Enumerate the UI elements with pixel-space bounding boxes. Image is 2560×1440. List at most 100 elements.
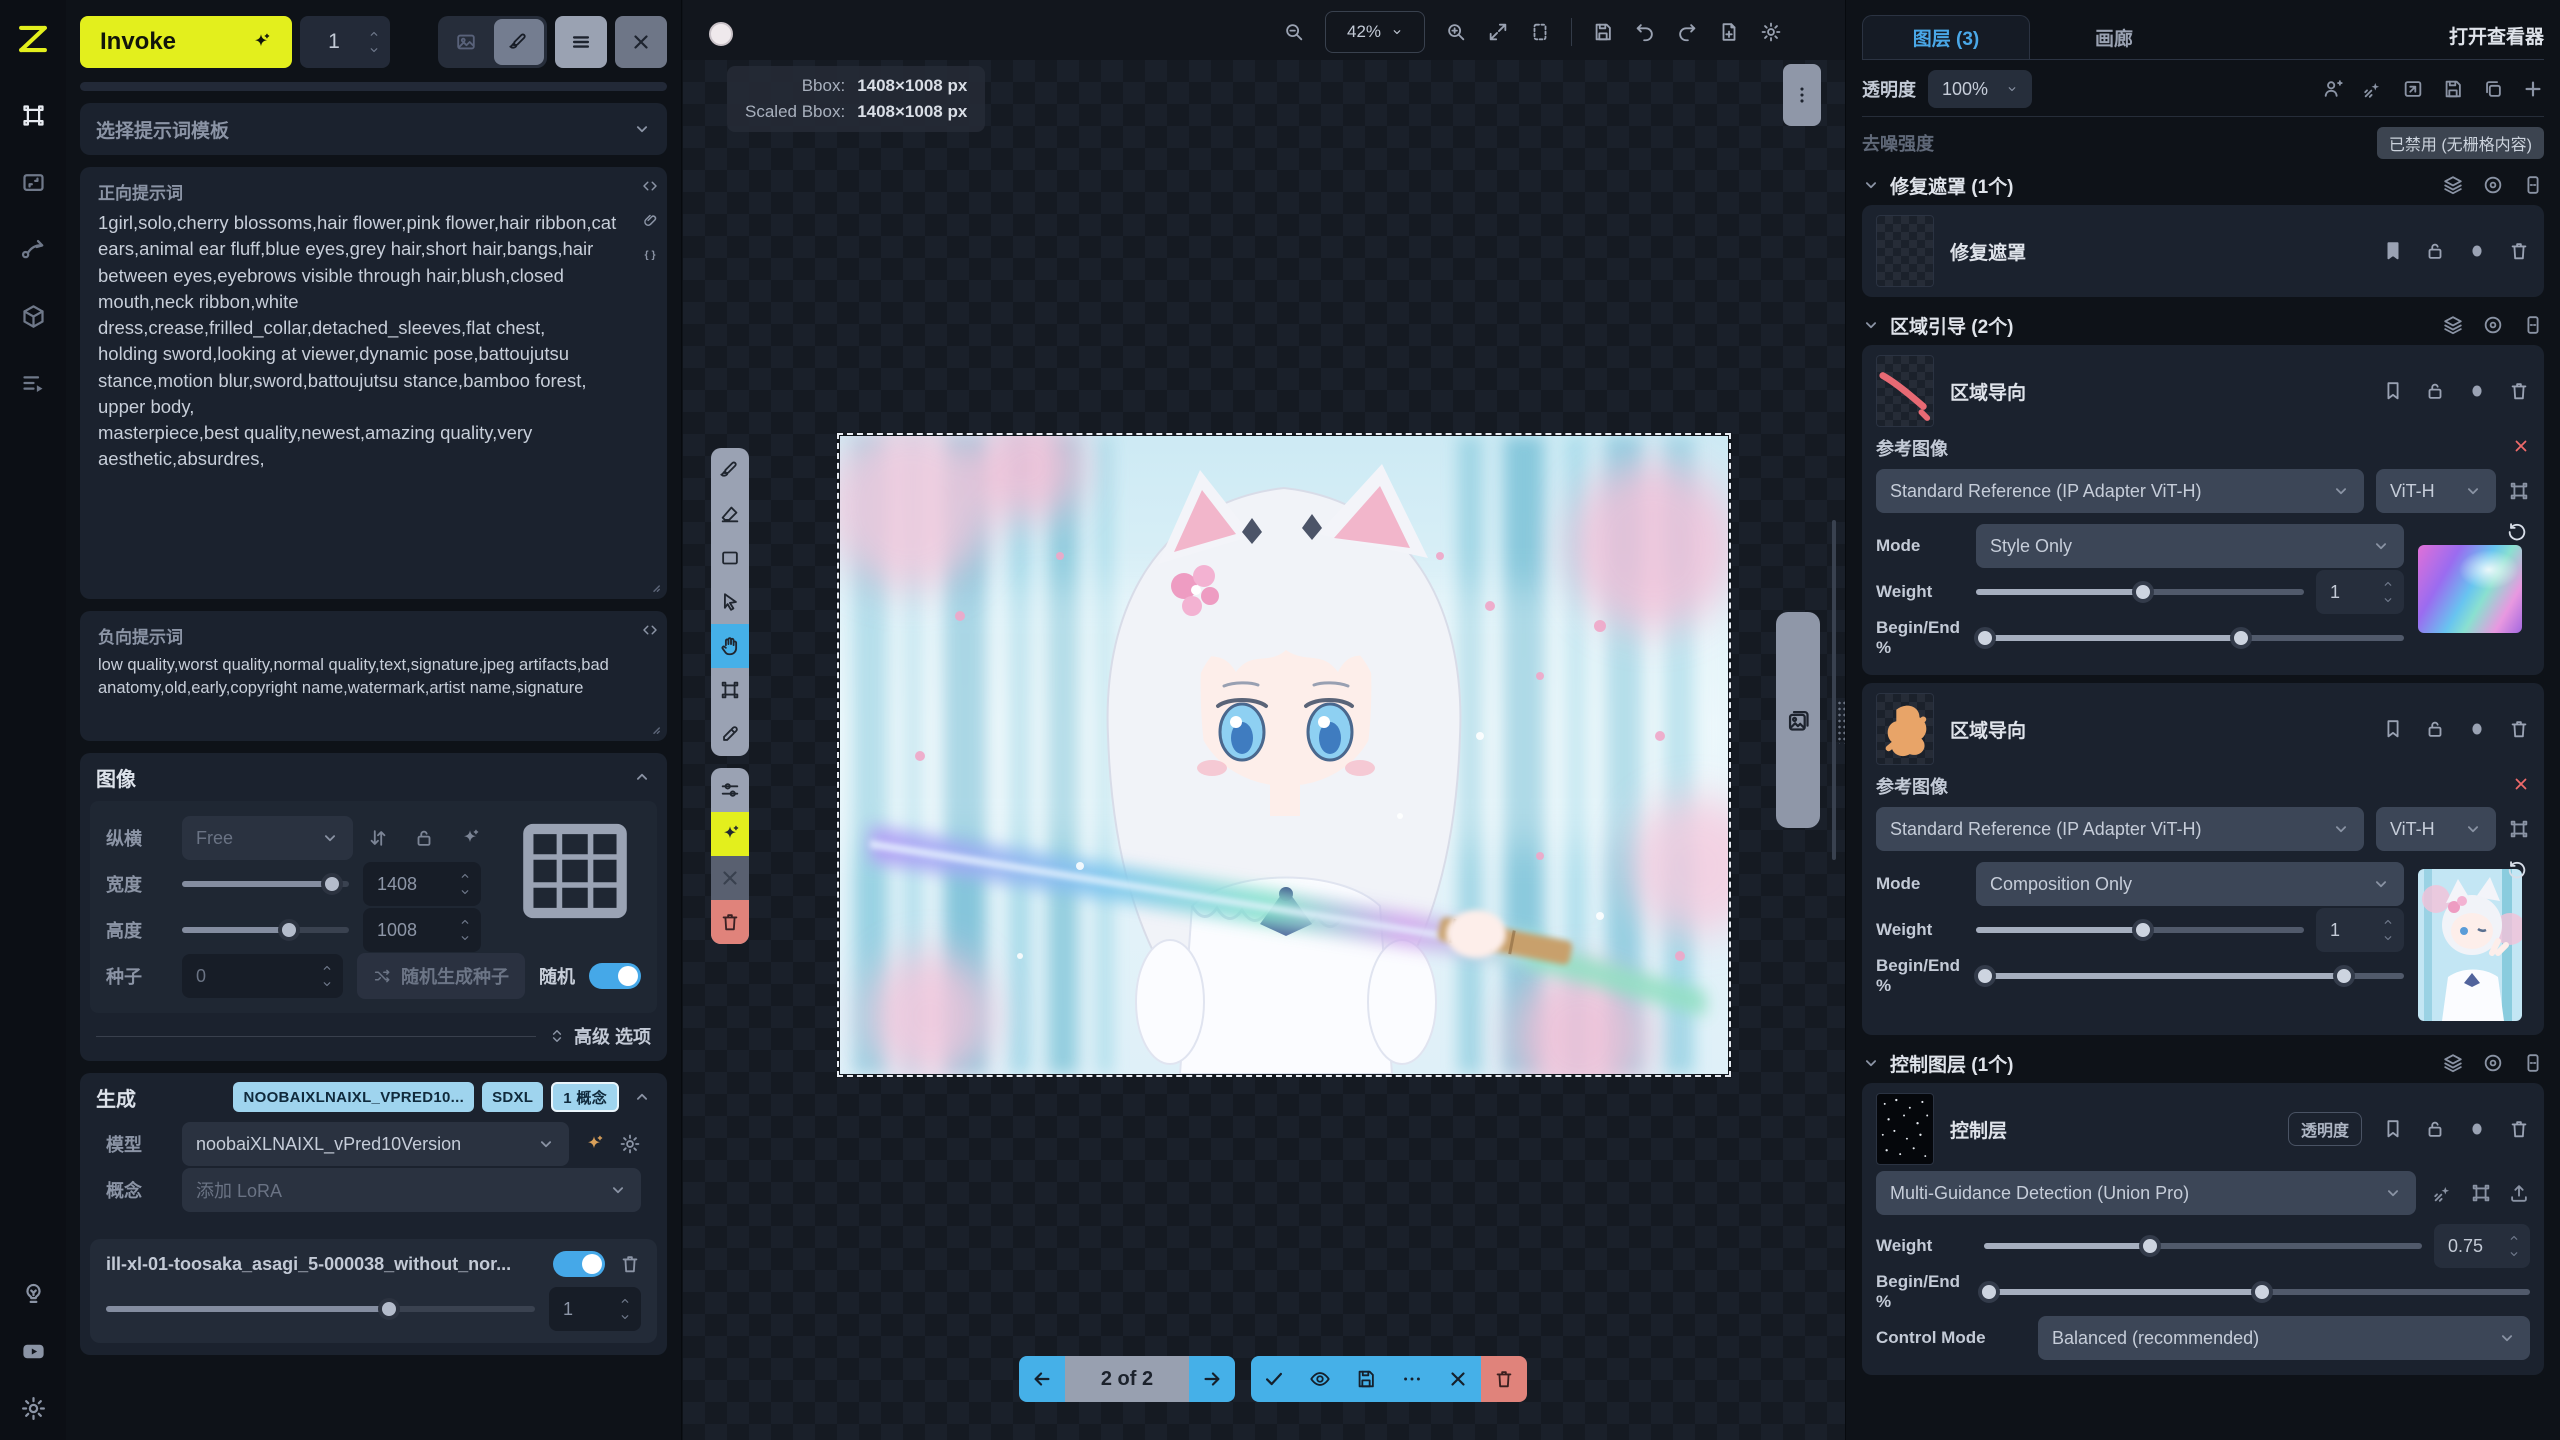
panel-drag-handle[interactable]	[1837, 700, 1845, 744]
crop-reference-icon[interactable]	[2508, 480, 2530, 502]
shooting-star-icon[interactable]	[2362, 78, 2384, 100]
tab-gallery[interactable]: 画廊	[2030, 15, 2198, 59]
layers-icon[interactable]	[2442, 174, 2464, 196]
add-person-layer-icon[interactable]	[2322, 78, 2344, 100]
step-up-icon[interactable]	[459, 870, 471, 882]
begin-end-slider[interactable]	[1984, 1280, 2530, 1304]
trash-icon[interactable]	[619, 1253, 641, 1275]
cancel-button[interactable]	[711, 856, 749, 900]
height-slider[interactable]	[182, 918, 349, 942]
control-mode-select[interactable]: Balanced (recommended)	[2038, 1316, 2530, 1360]
lock-icon[interactable]	[2424, 718, 2446, 740]
step-down-icon[interactable]	[459, 932, 471, 944]
begin-end-slider[interactable]	[1976, 626, 2404, 650]
cancel-staging-button[interactable]	[1435, 1356, 1481, 1402]
visibility-icon[interactable]	[2482, 174, 2504, 196]
remove-reference-icon[interactable]	[2512, 437, 2530, 460]
bookmark-icon[interactable]	[2382, 1118, 2404, 1140]
merge-panel-icon[interactable]	[2522, 314, 2544, 336]
scrollbar[interactable]	[1832, 520, 1836, 860]
brush-mode-button[interactable]	[494, 19, 544, 65]
bookmark-icon[interactable]	[2382, 380, 2404, 402]
code-icon[interactable]	[641, 621, 659, 639]
invoke-button[interactable]: Invoke	[80, 16, 292, 68]
image-mode-button[interactable]	[441, 19, 491, 65]
discard-result-button[interactable]	[1481, 1356, 1527, 1402]
redo-icon[interactable]	[1676, 21, 1698, 43]
inpaint-mask-layer[interactable]: 修复遮罩	[1862, 205, 2544, 297]
reference-method-select[interactable]: Standard Reference (IP Adapter ViT-H)	[1876, 469, 2364, 513]
open-viewer-button[interactable]: 打开查看器	[2449, 22, 2544, 59]
lora-weight-input[interactable]: 1	[549, 1287, 641, 1331]
merge-panel-icon[interactable]	[2522, 1052, 2544, 1074]
regional-guidance-layer-2[interactable]: 区域导向 参考图像 Standard Reference (IP Adapter…	[1862, 683, 2544, 1035]
save-icon[interactable]	[1592, 21, 1614, 43]
bookmark-icon[interactable]	[2382, 718, 2404, 740]
gallery-flyout-handle[interactable]	[1776, 612, 1820, 828]
lock-aspect-icon[interactable]	[413, 827, 435, 849]
nav-canvas-icon[interactable]	[20, 102, 47, 129]
link-icon[interactable]	[641, 211, 659, 229]
inpaint-mask-group-header[interactable]: 修复遮罩 (1个)	[1862, 165, 2544, 205]
nav-workflows-icon[interactable]	[20, 236, 47, 263]
step-down-icon[interactable]	[619, 1311, 631, 1323]
random-seed-toggle[interactable]	[589, 963, 641, 989]
layers-icon[interactable]	[2442, 314, 2464, 336]
height-input[interactable]: 1008	[363, 908, 481, 952]
next-result-button[interactable]	[1189, 1356, 1235, 1402]
zoom-level-select[interactable]: 42%	[1325, 11, 1425, 53]
mask-fill-icon[interactable]	[2466, 1118, 2488, 1140]
resize-handle-icon[interactable]	[645, 577, 663, 595]
discard-button[interactable]	[711, 900, 749, 944]
aspect-select[interactable]: Free	[182, 816, 353, 860]
tips-lightbulb-icon[interactable]	[20, 1281, 47, 1308]
layers-icon[interactable]	[2442, 1052, 2464, 1074]
randomize-seed-button[interactable]: 随机生成种子	[357, 953, 525, 999]
menu-button[interactable]	[555, 16, 607, 68]
negative-prompt-input[interactable]: low quality,worst quality,normal quality…	[98, 654, 623, 701]
collapse-icon[interactable]	[633, 768, 651, 786]
eraser-tool[interactable]	[711, 492, 749, 536]
visibility-icon[interactable]	[2482, 1052, 2504, 1074]
visibility-icon[interactable]	[2482, 314, 2504, 336]
mode-select[interactable]: Style Only	[1976, 524, 2404, 568]
new-canvas-icon[interactable]	[1718, 21, 1740, 43]
nav-queue-icon[interactable]	[20, 370, 47, 397]
weight-input[interactable]: 1	[2316, 570, 2404, 614]
mask-fill-icon[interactable]	[2466, 380, 2488, 402]
transform-tool[interactable]	[711, 668, 749, 712]
nav-models-icon[interactable]	[20, 303, 47, 330]
zoom-in-icon[interactable]	[1445, 21, 1467, 43]
step-up-icon[interactable]	[619, 1295, 631, 1307]
model-sparkles-icon[interactable]	[583, 1133, 605, 1155]
weight-input[interactable]: 1	[2316, 908, 2404, 952]
seed-input[interactable]: 0	[182, 954, 343, 998]
trash-icon[interactable]	[2508, 1118, 2530, 1140]
remove-reference-icon[interactable]	[2512, 775, 2530, 798]
positive-prompt-input[interactable]: 1girl,solo,cherry blossoms,hair flower,p…	[98, 210, 623, 473]
invoke-quick-button[interactable]	[711, 812, 749, 856]
clip-model-select[interactable]: ViT-H	[2376, 807, 2496, 851]
generated-image[interactable]	[840, 436, 1728, 1074]
width-input[interactable]: 1408	[363, 862, 481, 906]
iterations-up-icon[interactable]	[368, 28, 380, 40]
canvas-area[interactable]: 42% Bbox: 1408×1008 px Scaled Bbox: 1408…	[683, 0, 1845, 1440]
reference-image-thumbnail[interactable]	[2418, 869, 2522, 1021]
add-layer-icon[interactable]	[2522, 78, 2544, 100]
begin-end-slider[interactable]	[1976, 964, 2404, 988]
more-options-button[interactable]	[1389, 1356, 1435, 1402]
resize-handle-icon[interactable]	[645, 719, 663, 737]
tab-layers[interactable]: 图层 (3)	[1862, 15, 2030, 59]
bookmark-icon[interactable]	[2382, 240, 2404, 262]
prev-result-button[interactable]	[1019, 1356, 1065, 1402]
step-down-icon[interactable]	[459, 886, 471, 898]
select-tool[interactable]	[711, 580, 749, 624]
opacity-select[interactable]: 100%	[1928, 70, 2032, 108]
lora-weight-slider[interactable]	[106, 1297, 535, 1321]
weight-input[interactable]: 0.75	[2434, 1224, 2530, 1268]
duplicate-icon[interactable]	[2482, 78, 2504, 100]
settings-gear-icon[interactable]	[20, 1395, 47, 1422]
brush-tool[interactable]	[711, 448, 749, 492]
rect-tool[interactable]	[711, 536, 749, 580]
advanced-options-button[interactable]: 高级 选项	[548, 1023, 651, 1049]
